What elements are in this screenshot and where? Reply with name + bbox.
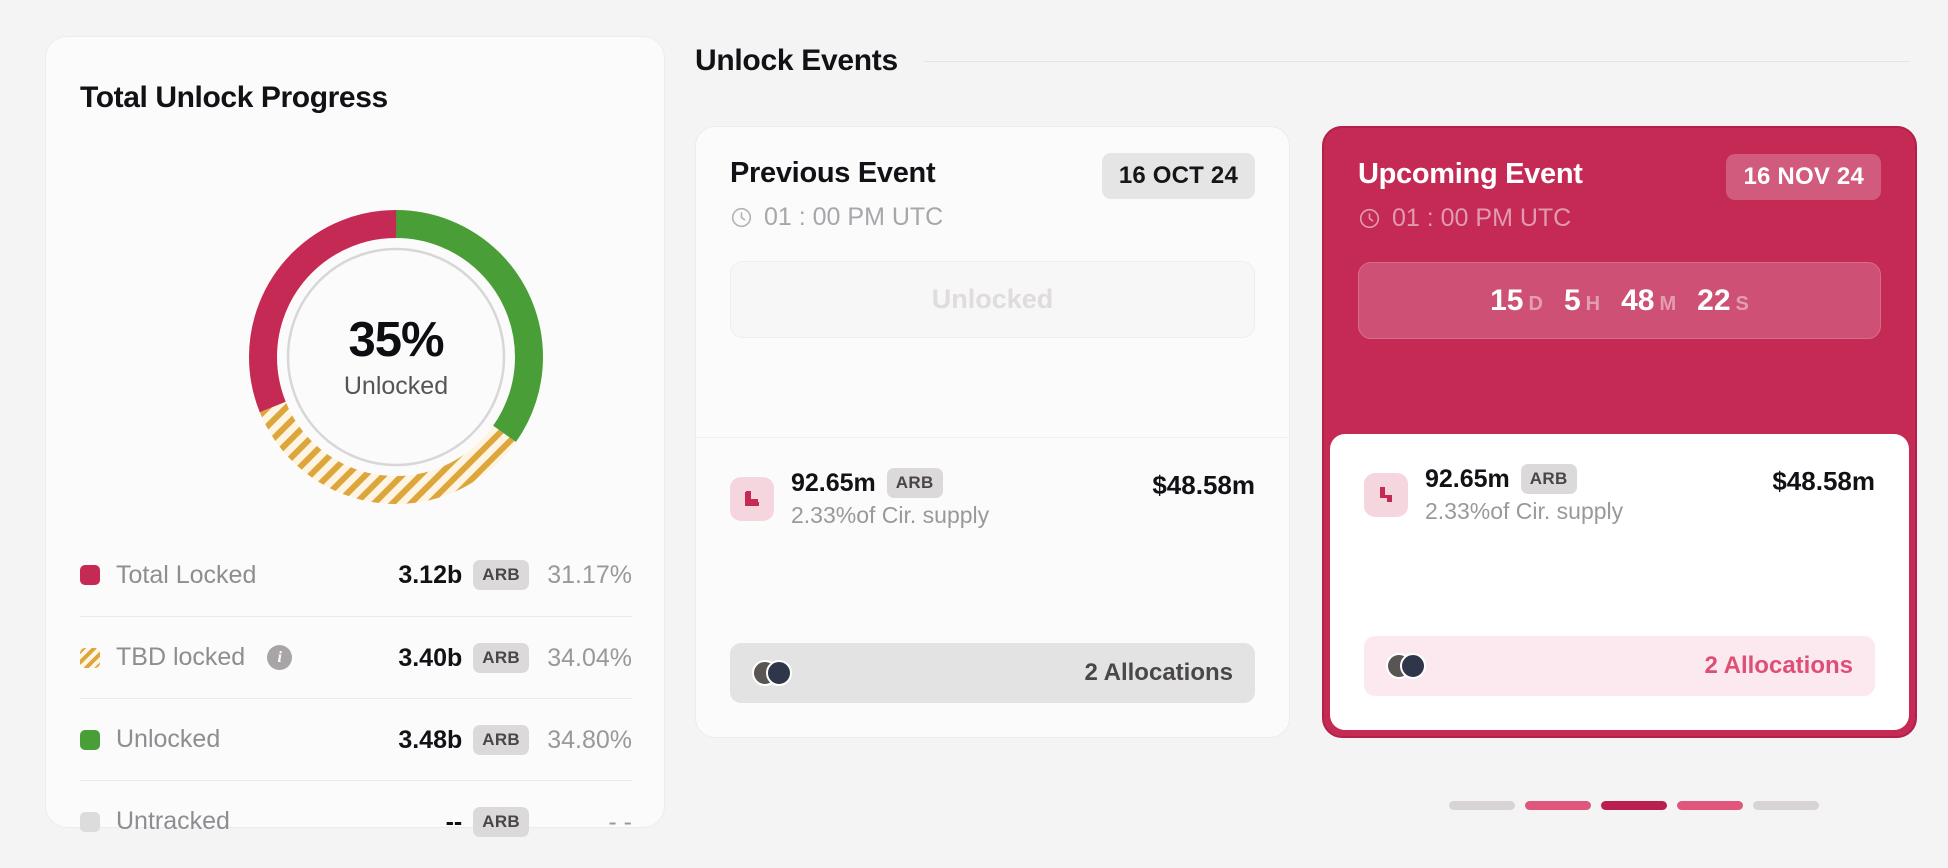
info-icon[interactable]: i [267,645,293,670]
block-glyph-icon [1380,486,1392,502]
token-chip: ARB [1520,464,1577,494]
carousel-pagination[interactable] [1449,801,1819,810]
previous-event-body: 92.65m ARB 2.33%of Cir. supply $48.58m 2… [696,437,1289,737]
unlock-events-header: Unlock Events [695,44,1910,78]
allocations-count: 2 Allocations [1084,659,1233,686]
countdown-days: 15 [1490,283,1524,317]
block-glyph-icon [745,490,759,506]
unlock-block-icon [1364,472,1408,517]
token-chip: ARB [473,807,529,837]
avatar [766,660,792,686]
countdown-minutes: 48 [1621,283,1655,317]
header-divider [923,60,1910,62]
token-chip: ARB [473,725,529,755]
previous-event-time: 01 : 00 PM UTC [730,203,1255,232]
allocation-usd-value: $48.58m [1152,470,1255,500]
gray-square-icon [80,811,100,832]
previous-event-card[interactable]: Previous Event 16 OCT 24 01 : 00 PM UTC … [695,126,1290,738]
allocation-amount: 92.65m [791,468,876,497]
legend-value: 3.40b [398,643,463,672]
upcoming-event-date-badge: 16 NOV 24 [1726,154,1881,200]
legend-row-tbd-locked[interactable]: TBD locked i 3.40b ARB 34.04% [80,616,632,698]
countdown-minutes-unit: M [1659,292,1677,315]
crimson-square-icon [80,565,100,585]
legend-row-total-locked[interactable]: Total Locked 3.12b ARB 31.17% [80,534,632,616]
previous-event-time-text: 01 : 00 PM UTC [764,203,944,231]
pagination-dot-4[interactable] [1677,801,1743,810]
page-title: Total Unlock Progress [80,81,388,114]
legend-values: 3.48b ARB 34.80% [398,699,632,781]
gold-striped-square-icon [80,647,100,668]
pagination-dot-2[interactable] [1525,801,1591,810]
legend-value: 3.12b [398,560,463,589]
legend-row-unlocked[interactable]: Unlocked 3.48b ARB 34.80% [80,698,632,780]
allocation-amount-row: 92.65m ARB [791,468,989,498]
green-square-icon [80,729,100,750]
legend-percent: 31.17% [547,560,632,589]
legend-percent: - - [608,807,632,836]
allocation-amount: 92.65m [1425,464,1510,493]
countdown-timer: 15 D 5 H 48 M 22 S [1490,284,1749,318]
upcoming-allocations-footer[interactable]: 2 Allocations [1364,636,1875,696]
legend-label: Total Locked [116,560,257,589]
allocations-count: 2 Allocations [1704,652,1853,679]
legend-values: -- ARB - - [446,781,632,863]
clock-icon [731,207,752,228]
allocation-subtitle: 2.33%of Cir. supply [791,502,990,528]
pagination-dot-1[interactable] [1449,801,1515,810]
allocation-subtitle: 2.33%of Cir. supply [1425,498,1624,524]
allocation-row[interactable]: 92.65m ARB 2.33%of Cir. supply $48.58m [1330,434,1909,525]
allocation-avatars [752,660,792,686]
legend-value: 3.48b [398,725,463,754]
legend-row-untracked[interactable]: Untracked -- ARB - - [80,780,632,862]
allocation-row[interactable]: 92.65m ARB 2.33%of Cir. supply $48.58m [696,438,1289,529]
legend-values: 3.40b ARB 34.04% [398,617,632,699]
legend-label: Unlocked [116,725,221,753]
previous-allocations-footer[interactable]: 2 Allocations [730,643,1255,703]
donut-sublabel: Unlocked [343,371,449,400]
legend-values: 3.12b ARB 31.17% [398,534,632,616]
token-chip: ARB [473,643,529,673]
upcoming-event-head: Upcoming Event 16 NOV 24 01 : 00 PM UTC [1324,128,1915,233]
previous-event-head: Previous Event 16 OCT 24 01 : 00 PM UTC [696,127,1289,232]
unlock-dashboard: Total Unlock Progress 35% Unlocked Total… [0,0,1948,868]
allocation-text: 92.65m ARB 2.33%of Cir. supply [791,468,989,529]
legend-percent: 34.80% [547,725,632,754]
countdown-hours: 5 [1563,283,1581,317]
clock-icon [1359,208,1380,229]
upcoming-event-time-text: 01 : 00 PM UTC [1392,204,1572,232]
unlock-block-icon [730,476,774,521]
unlock-donut-chart: 35% Unlocked [236,197,556,517]
total-unlock-progress-card: Total Unlock Progress 35% Unlocked Total… [45,36,665,837]
section-title: Unlock Events [695,44,898,77]
pagination-dot-3[interactable] [1601,801,1667,810]
token-chip: ARB [473,560,529,590]
legend-label: Untracked [116,807,230,835]
previous-event-status: Unlocked [730,261,1255,338]
upcoming-event-card[interactable]: Upcoming Event 16 NOV 24 01 : 00 PM UTC … [1322,126,1917,738]
allocation-text: 92.65m ARB 2.33%of Cir. supply [1425,464,1623,525]
countdown-days-unit: D [1528,292,1543,315]
avatar [1400,653,1426,679]
allocation-amount-row: 92.65m ARB [1425,464,1623,494]
allocation-usd-value: $48.58m [1772,466,1875,496]
legend-value: -- [445,807,463,836]
legend-label: TBD locked [116,643,246,671]
upcoming-event-time: 01 : 00 PM UTC [1358,204,1881,233]
countdown-seconds: 22 [1697,283,1731,317]
countdown-hours-unit: H [1585,292,1601,315]
upcoming-event-countdown: 15 D 5 H 48 M 22 S [1358,262,1881,339]
donut-center-label: 35% Unlocked [236,197,556,517]
donut-percent: 35% [348,312,444,367]
previous-event-date-badge: 16 OCT 24 [1101,153,1255,199]
pagination-dot-5[interactable] [1753,801,1819,810]
legend-percent: 34.04% [547,643,632,672]
allocation-avatars [1386,653,1426,679]
token-chip: ARB [886,468,943,498]
upcoming-event-body: 92.65m ARB 2.33%of Cir. supply $48.58m 2… [1330,434,1909,730]
unlock-legend: Total Locked 3.12b ARB 31.17% TBD locked… [80,534,632,862]
countdown-seconds-unit: S [1735,292,1749,315]
